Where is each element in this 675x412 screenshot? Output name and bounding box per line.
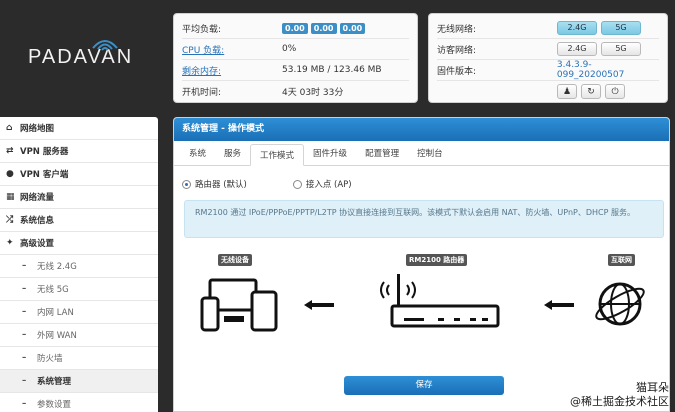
sidebar-sub-lan[interactable]: – 内网 LAN [0, 301, 158, 324]
sidebar-sub-wan[interactable]: – 外网 WAN [0, 324, 158, 347]
tab-config-management[interactable]: 配置管理 [356, 143, 408, 165]
load-1min: 0.00 [282, 22, 308, 34]
sidebar-sub-label: 防火墙 [37, 354, 63, 364]
tab-services[interactable]: 服务 [215, 143, 250, 165]
sidebar-item-label: 高级设置 [20, 239, 55, 249]
sidebar-sub-label: 外网 WAN [37, 331, 77, 341]
firmware-version[interactable]: 3.4.3.9-099_20200507 [557, 60, 659, 80]
sidebar-sub-label: 参数设置 [37, 400, 72, 410]
watermark-line2: @稀土掘金技术社区 [570, 395, 669, 408]
watermark-line1: 猫耳朵 [636, 381, 669, 394]
sidebar-item-label: 网络地图 [20, 124, 55, 134]
chart-icon: ▦ [6, 192, 15, 202]
sidebar-sub-settings[interactable]: – 参数设置 [0, 393, 158, 412]
guest-row: 访客网络: 2.4G 5G [437, 39, 659, 60]
sidebar-item-label: VPN 客户端 [20, 170, 69, 180]
cpu-load-link[interactable]: CPU 负载: [182, 43, 282, 56]
wifi-signal-icon [92, 40, 118, 51]
firmware-row: 固件版本: 3.4.3.9-099_20200507 [437, 60, 659, 81]
sidebar-sub-administration[interactable]: – 系统管理 [0, 370, 158, 393]
load-average-row: 平均负载: 0.00 0.00 0.00 [182, 18, 409, 39]
sidebar-item-network-map[interactable]: ⌂ 网络地图 [0, 117, 158, 140]
router-mode-radio[interactable] [182, 179, 191, 189]
uptime-row: 开机时间: 4天 03时 33分 [182, 81, 409, 102]
sidebar-sub-wireless-24[interactable]: – 无线 2.4G [0, 255, 158, 278]
internet-label: 互联网 [608, 254, 635, 266]
ap-mode-radio[interactable] [292, 179, 302, 189]
ap-mode-label: 接入点 (AP) [305, 180, 352, 190]
free-memory-value: 53.19 MB / 123.46 MB [282, 65, 382, 75]
sidebar-sub-firewall[interactable]: – 防火墙 [0, 347, 158, 370]
cpu-load-value: 0% [282, 44, 297, 54]
sidebar-sub-wireless-5[interactable]: – 无线 5G [0, 278, 158, 301]
padavan-logo: PADAVAN [22, 36, 142, 76]
power-icon[interactable]: ⏻ [605, 84, 625, 99]
home-icon: ⌂ [6, 123, 13, 133]
mode-description: RM2100 通过 IPoE/PPPoE/PPTP/L2TP 协议直接连接到互联… [184, 200, 664, 238]
user-icon[interactable]: ♟ [557, 84, 577, 99]
main-content-panel: 系统管理 - 操作模式 系统 服务 工作模式 固件升级 配置管理 控制台 路由器… [173, 117, 670, 412]
guest-2g-button[interactable]: 2.4G [557, 42, 597, 56]
sidebar-sub-label: 内网 LAN [37, 308, 74, 318]
globe-icon: ● [6, 169, 14, 179]
wireless-label: 无线网络: [437, 24, 477, 35]
uptime-value: 4天 03时 33分 [282, 88, 344, 98]
sidebar-item-label: VPN 服务器 [20, 147, 69, 157]
sidebar-menu: ⌂ 网络地图 ⇄ VPN 服务器 ● VPN 客户端 ▦ 网络流量 ⤮ 系统信息… [0, 117, 158, 412]
sidebar-item-advanced[interactable]: ✦ 高级设置 [0, 232, 158, 255]
sidebar-sub-label: 无线 5G [37, 285, 69, 295]
free-memory-row: 剩余内存: 53.19 MB / 123.46 MB [182, 60, 409, 81]
tab-system[interactable]: 系统 [180, 143, 215, 165]
left-arrow-icon [544, 300, 574, 310]
wireless-devices-label: 无线设备 [218, 254, 252, 266]
globe-icon [595, 282, 645, 326]
shuffle-icon: ⤮ [6, 215, 14, 225]
firmware-label: 固件版本: [437, 66, 477, 77]
guest-label: 访客网络: [437, 45, 477, 56]
sidebar-item-vpn-client[interactable]: ● VPN 客户端 [0, 163, 158, 186]
load-average-label: 平均负载: [182, 24, 222, 35]
refresh-icon[interactable]: ↻ [581, 84, 601, 99]
wireless-5g-button[interactable]: 5G [601, 21, 641, 35]
router-label: RM2100 路由器 [406, 254, 468, 266]
tab-operation-mode[interactable]: 工作模式 [250, 144, 305, 166]
wrench-icon: ✦ [6, 238, 14, 248]
mode-radio-group: 路由器 (默认) 接入点 (AP) [182, 178, 352, 190]
left-arrow-icon [304, 300, 334, 310]
tab-bar: 系统 服务 工作模式 固件升级 配置管理 控制台 [174, 141, 669, 166]
network-status-panel: 无线网络: 2.4G 5G 访客网络: 2.4G 5G 固件版本: 3.4.3.… [428, 13, 668, 103]
free-memory-link[interactable]: 剩余内存: [182, 64, 282, 77]
system-status-panel: 平均负载: 0.00 0.00 0.00 CPU 负载: 0% 剩余内存: 53… [173, 13, 418, 103]
wireless-2g-button[interactable]: 2.4G [557, 21, 597, 35]
cpu-load-row: CPU 负载: 0% [182, 39, 409, 60]
wireless-row: 无线网络: 2.4G 5G [437, 18, 659, 39]
sidebar-item-traffic[interactable]: ▦ 网络流量 [0, 186, 158, 209]
sidebar-item-label: 系统信息 [20, 216, 55, 226]
sidebar-item-vpn-server[interactable]: ⇄ VPN 服务器 [0, 140, 158, 163]
shuffle-icon: ⇄ [6, 146, 14, 156]
wireless-devices-icon [200, 278, 278, 332]
tab-console[interactable]: 控制台 [408, 143, 452, 165]
load-5min: 0.00 [310, 22, 337, 34]
guest-5g-button[interactable]: 5G [601, 42, 641, 56]
page-title: 系统管理 - 操作模式 [174, 118, 669, 141]
sidebar-sub-label: 无线 2.4G [37, 262, 77, 272]
uptime-label: 开机时间: [182, 88, 222, 98]
sidebar-item-system-info[interactable]: ⤮ 系统信息 [0, 209, 158, 232]
action-row: ♟ ↻ ⏻ [437, 81, 659, 102]
watermark: 猫耳朵 @稀土掘金技术社区 [570, 381, 669, 409]
sidebar-item-label: 网络流量 [20, 193, 55, 203]
router-icon [380, 274, 500, 328]
save-button[interactable]: 保存 [344, 376, 504, 395]
router-mode-label: 路由器 (默认) [195, 180, 247, 190]
load-15min: 0.00 [339, 22, 366, 34]
tab-firmware-upgrade[interactable]: 固件升级 [304, 143, 356, 165]
sidebar-sub-label: 系统管理 [37, 377, 72, 387]
